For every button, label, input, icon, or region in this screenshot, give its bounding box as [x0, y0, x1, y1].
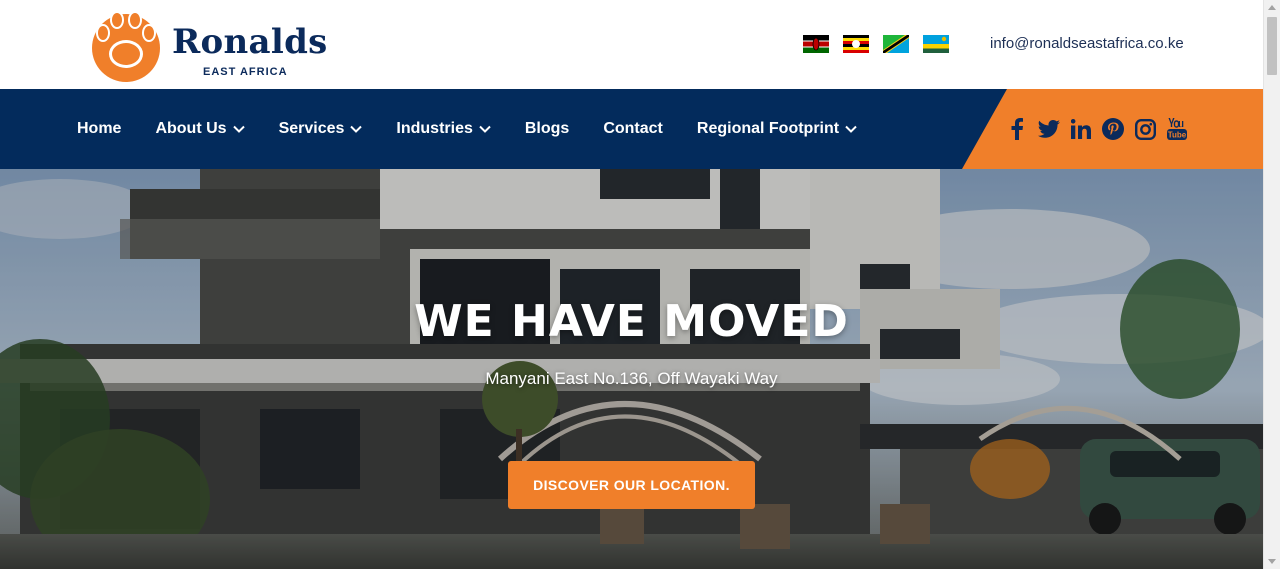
- paw-logo-icon: [92, 11, 160, 82]
- nav-item-home[interactable]: Home: [60, 89, 138, 169]
- chevron-down-icon: [232, 125, 245, 133]
- vertical-scrollbar[interactable]: [1263, 0, 1280, 569]
- hero-title: WE HAVE MOVED: [414, 296, 849, 347]
- brand-name: Ronalds: [172, 22, 328, 62]
- discover-location-button[interactable]: DISCOVER OUR LOCATION.: [508, 461, 755, 509]
- nav-item-blogs[interactable]: Blogs: [508, 89, 586, 169]
- pinterest-icon[interactable]: [1102, 118, 1124, 140]
- nav-item-regional-footprint[interactable]: Regional Footprint: [680, 89, 874, 169]
- scroll-up-arrow-icon[interactable]: [1268, 5, 1276, 10]
- nav-item-contact[interactable]: Contact: [586, 89, 680, 169]
- nav-item-label: Regional Footprint: [696, 120, 840, 137]
- nav-item-about-us[interactable]: About Us: [138, 89, 261, 169]
- tanzania-flag-icon[interactable]: [883, 35, 909, 53]
- contact-email-link[interactable]: info@ronaldseastafrica.co.ke: [990, 35, 1184, 53]
- scroll-down-arrow-icon[interactable]: [1268, 559, 1276, 564]
- nav-item-services[interactable]: Services: [262, 89, 380, 169]
- chevron-down-icon: [845, 125, 857, 133]
- nav-item-industries[interactable]: Industries: [379, 89, 507, 169]
- nav-item-label: Industries: [396, 120, 473, 137]
- chevron-down-icon: [350, 125, 363, 133]
- social-links: Tube: [1006, 89, 1188, 169]
- page: Ronalds EAST AFRICA info@ronaldseastafri…: [0, 0, 1263, 569]
- youtube-icon[interactable]: Tube: [1166, 118, 1188, 140]
- nav-item-label: Services: [278, 120, 345, 137]
- twitter-icon[interactable]: [1038, 118, 1060, 140]
- instagram-icon[interactable]: [1134, 118, 1156, 140]
- country-flags: [803, 35, 949, 53]
- kenya-flag-icon[interactable]: [803, 35, 829, 53]
- svg-text:Tube: Tube: [1168, 131, 1187, 140]
- nav-item-label: Blogs: [524, 120, 570, 137]
- nav-item-label: Home: [77, 120, 122, 137]
- uganda-flag-icon[interactable]: [843, 35, 869, 53]
- nav-menu: Home About Us Services Industries Blogs …: [60, 89, 874, 169]
- chevron-down-icon: [479, 125, 491, 133]
- nav-item-label: Contact: [603, 120, 663, 137]
- facebook-icon[interactable]: [1006, 118, 1028, 140]
- nav-item-label: About Us: [155, 120, 227, 137]
- hero-address: Manyani East No.136, Off Wayaki Way: [485, 369, 778, 388]
- brand-logo[interactable]: Ronalds EAST AFRICA: [88, 6, 328, 82]
- main-navigation: Home About Us Services Industries Blogs …: [0, 89, 1263, 169]
- scrollbar-thumb[interactable]: [1267, 17, 1277, 75]
- top-bar: Ronalds EAST AFRICA info@ronaldseastafri…: [0, 0, 1263, 89]
- rwanda-flag-icon[interactable]: [923, 35, 949, 53]
- brand-subtitle: EAST AFRICA: [203, 66, 288, 78]
- hero-banner: WE HAVE MOVED Manyani East No.136, Off W…: [0, 169, 1263, 569]
- linkedin-icon[interactable]: [1070, 118, 1092, 140]
